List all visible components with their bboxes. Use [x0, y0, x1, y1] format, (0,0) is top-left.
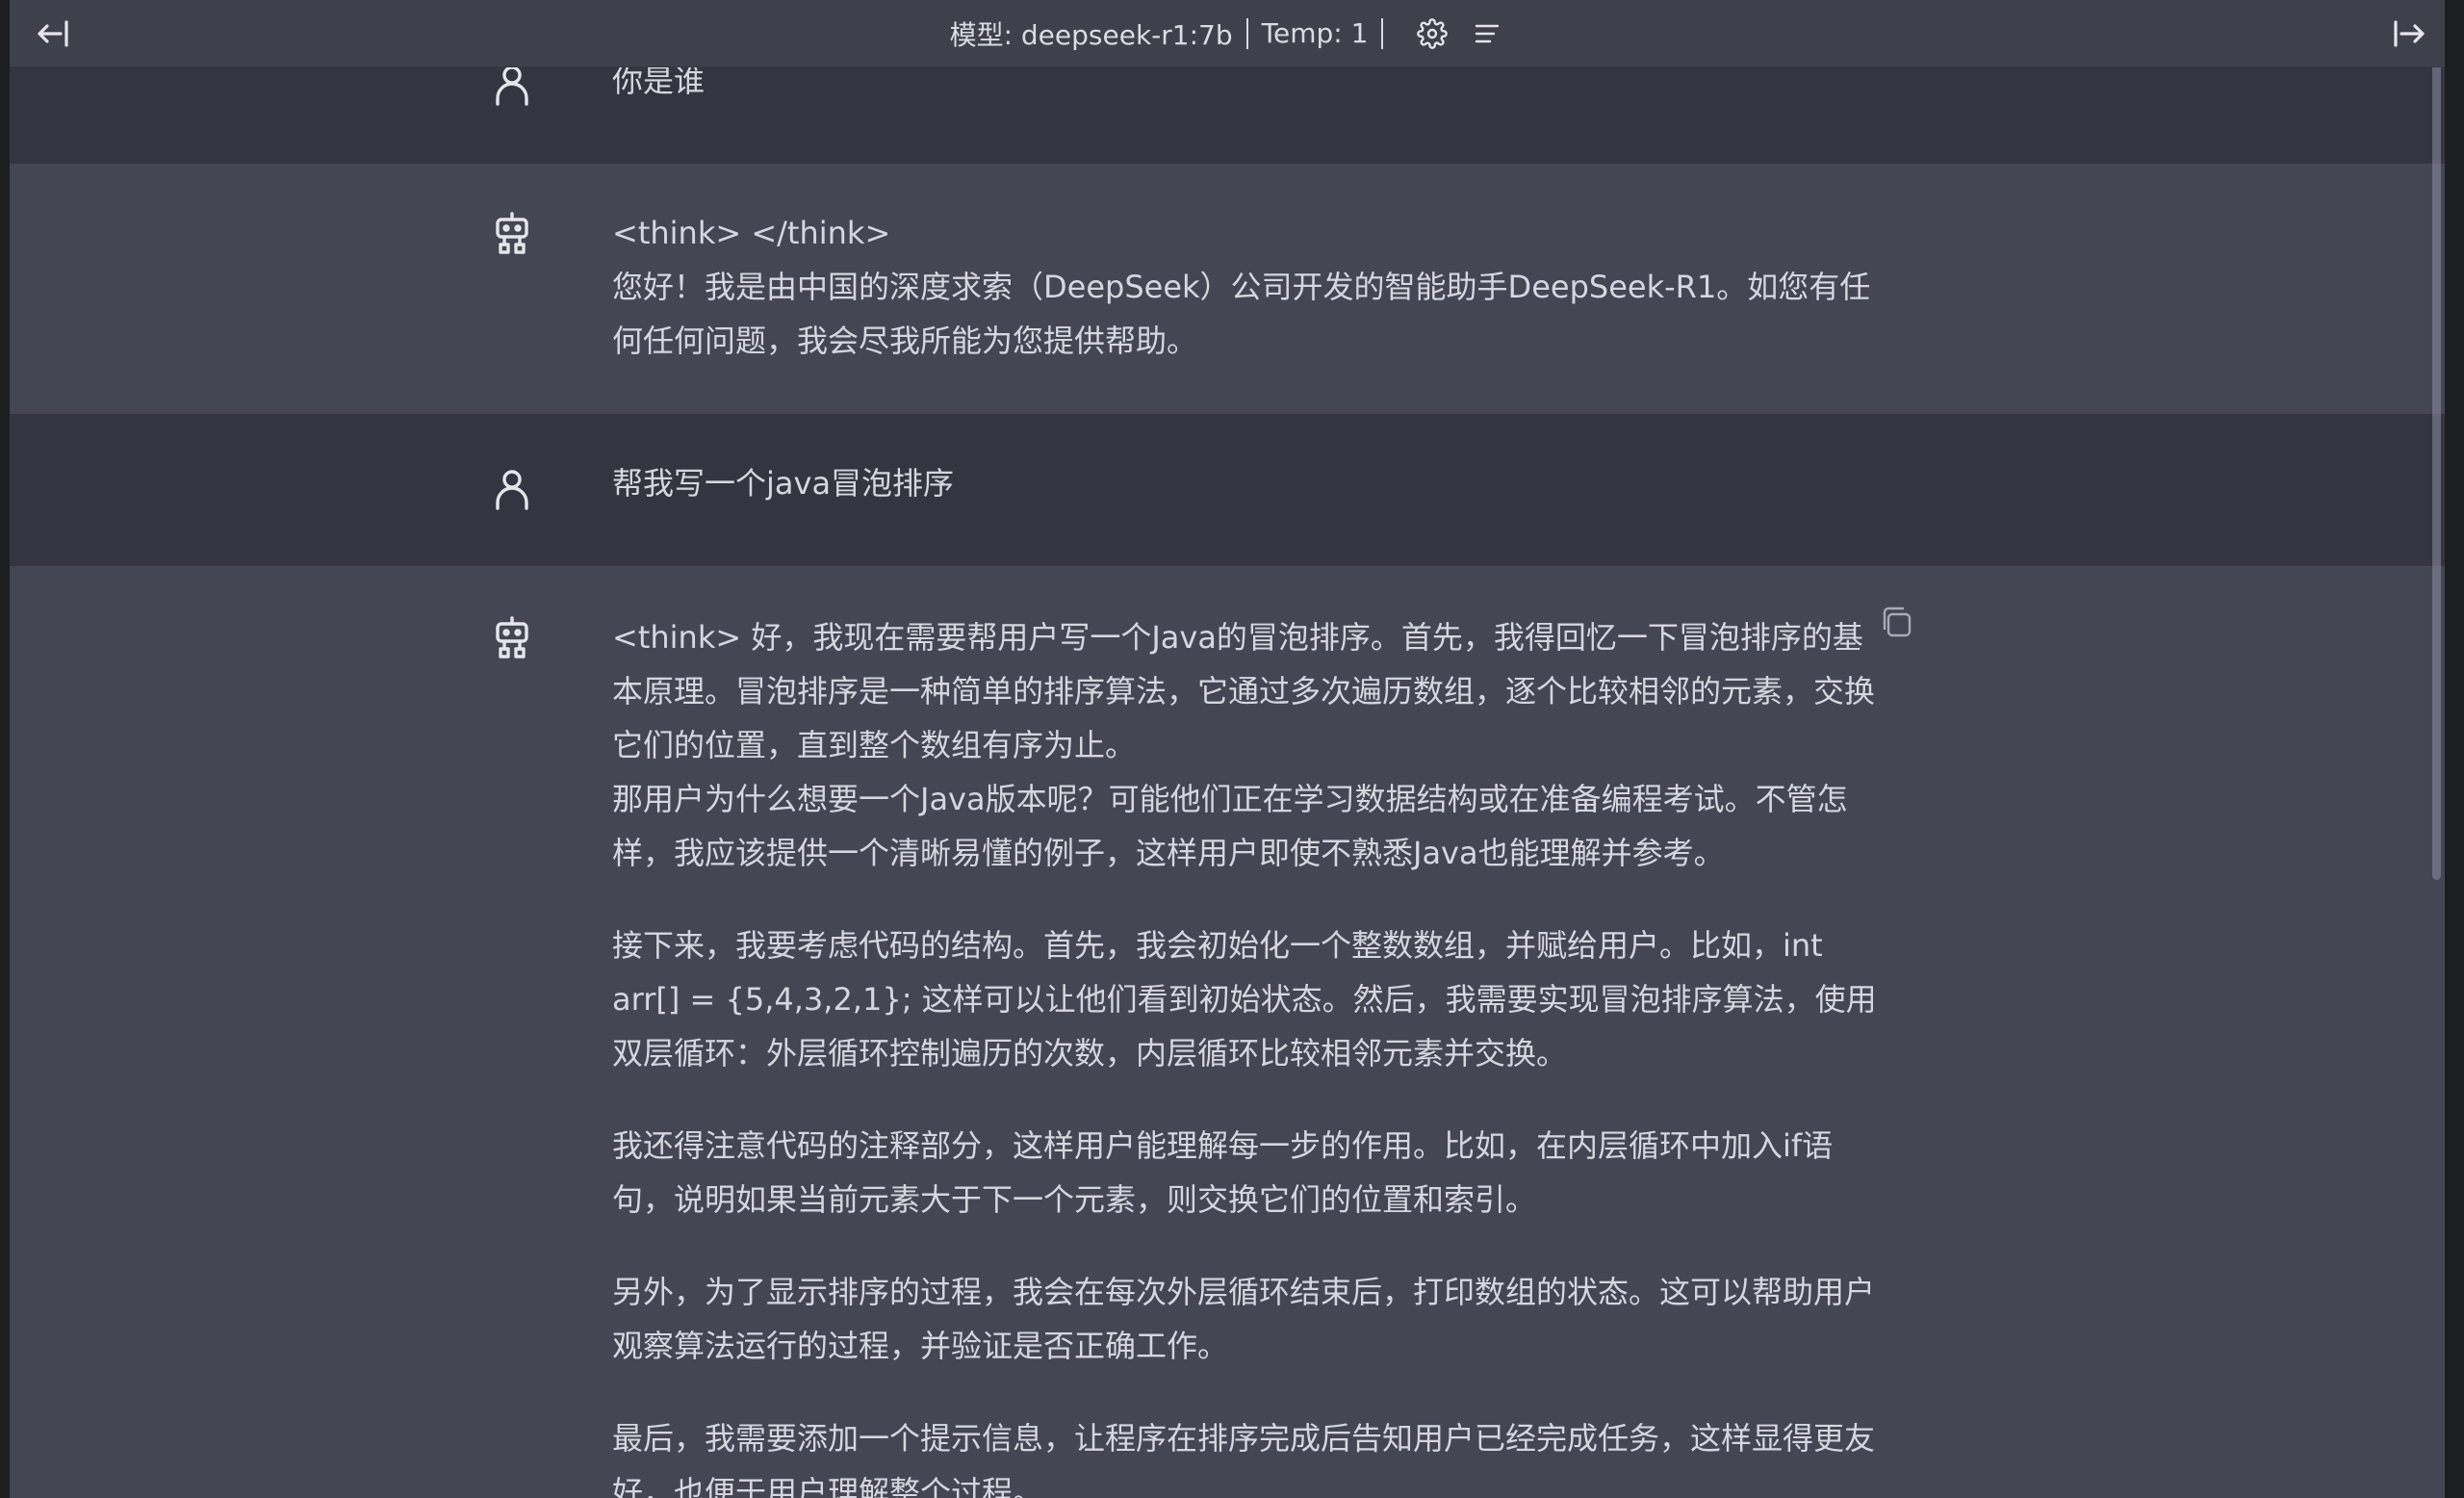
top-bar: 模型: deepseek-r1:7b Temp: 1	[10, 0, 2445, 67]
message-assistant: <think> 好，我现在需要帮用户写一个Java的冒泡排序。首先，我得回忆一下…	[10, 566, 2445, 1498]
message-user: 帮我写一个java冒泡排序	[10, 414, 2445, 566]
arrow-right-bar-icon	[2394, 20, 2425, 47]
message-paragraph: <think> 好，我现在需要帮用户写一个Java的冒泡排序。首先，我得回忆一下…	[612, 619, 1876, 763]
message-paragraph: 接下来，我要考虑代码的结构。首先，我会初始化一个整数数组，并赋给用户。比如，in…	[612, 927, 1877, 1072]
temp-label: Temp: 1	[1261, 17, 1369, 49]
outline-button[interactable]	[1468, 15, 1504, 52]
model-label: 模型: deepseek-r1:7b	[949, 18, 1233, 51]
divider	[1245, 17, 1248, 49]
message-paragraph: 那用户为什么想要一个Java版本呢？可能他们正在学习数据结构或在准备编程考试。不…	[612, 781, 1848, 871]
title-row: 模型: deepseek-r1:7b Temp: 1	[950, 14, 1505, 53]
collapse-sidebar-button[interactable]	[31, 12, 75, 56]
message-assistant: <think> </think> 您好！我是由中国的深度求索（DeepSeek）…	[10, 164, 2445, 414]
message-content: <think> </think> 您好！我是由中国的深度求索（DeepSeek）…	[612, 206, 1892, 368]
message-content: <think> 好，我现在需要帮用户写一个Java的冒泡排序。首先，我得回忆一下…	[612, 610, 1892, 1498]
robot-icon	[496, 616, 528, 659]
robot-icon	[496, 212, 528, 254]
scrollbar-thumb[interactable]	[2432, 13, 2441, 880]
message-content: 帮我写一个java冒泡排序	[612, 456, 1892, 510]
message-paragraph: 最后，我需要添加一个提示信息，让程序在排序完成后告知用户已经完成任务，这样显得更…	[612, 1420, 1876, 1498]
message-text: 您好！我是由中国的深度求索（DeepSeek）公司开发的智能助手DeepSeek…	[612, 269, 1871, 359]
arrow-left-bar-icon	[38, 20, 68, 47]
message-text: 帮我写一个java冒泡排序	[612, 465, 955, 502]
message-paragraph: 我还得注意代码的注释部分，这样用户能理解每一步的作用。比如，在内层循环中加入if…	[612, 1127, 1834, 1218]
divider	[1381, 17, 1384, 49]
message-text: <think> </think>	[612, 215, 891, 251]
scrollbar[interactable]	[2431, 0, 2441, 1498]
expand-panel-button[interactable]	[2387, 12, 2431, 56]
message-paragraph: 另外，为了显示排序的过程，我会在每次外层循环结束后，打印数组的状态。这可以帮助用…	[612, 1274, 1876, 1364]
chat-app: 模型: deepseek-r1:7b Temp: 1 你是谁 <think> <…	[10, 0, 2445, 1498]
lines-icon	[1476, 24, 1500, 42]
user-icon	[496, 65, 528, 106]
gear-icon	[1417, 17, 1449, 49]
user-icon	[496, 470, 528, 510]
settings-button[interactable]	[1414, 15, 1450, 52]
